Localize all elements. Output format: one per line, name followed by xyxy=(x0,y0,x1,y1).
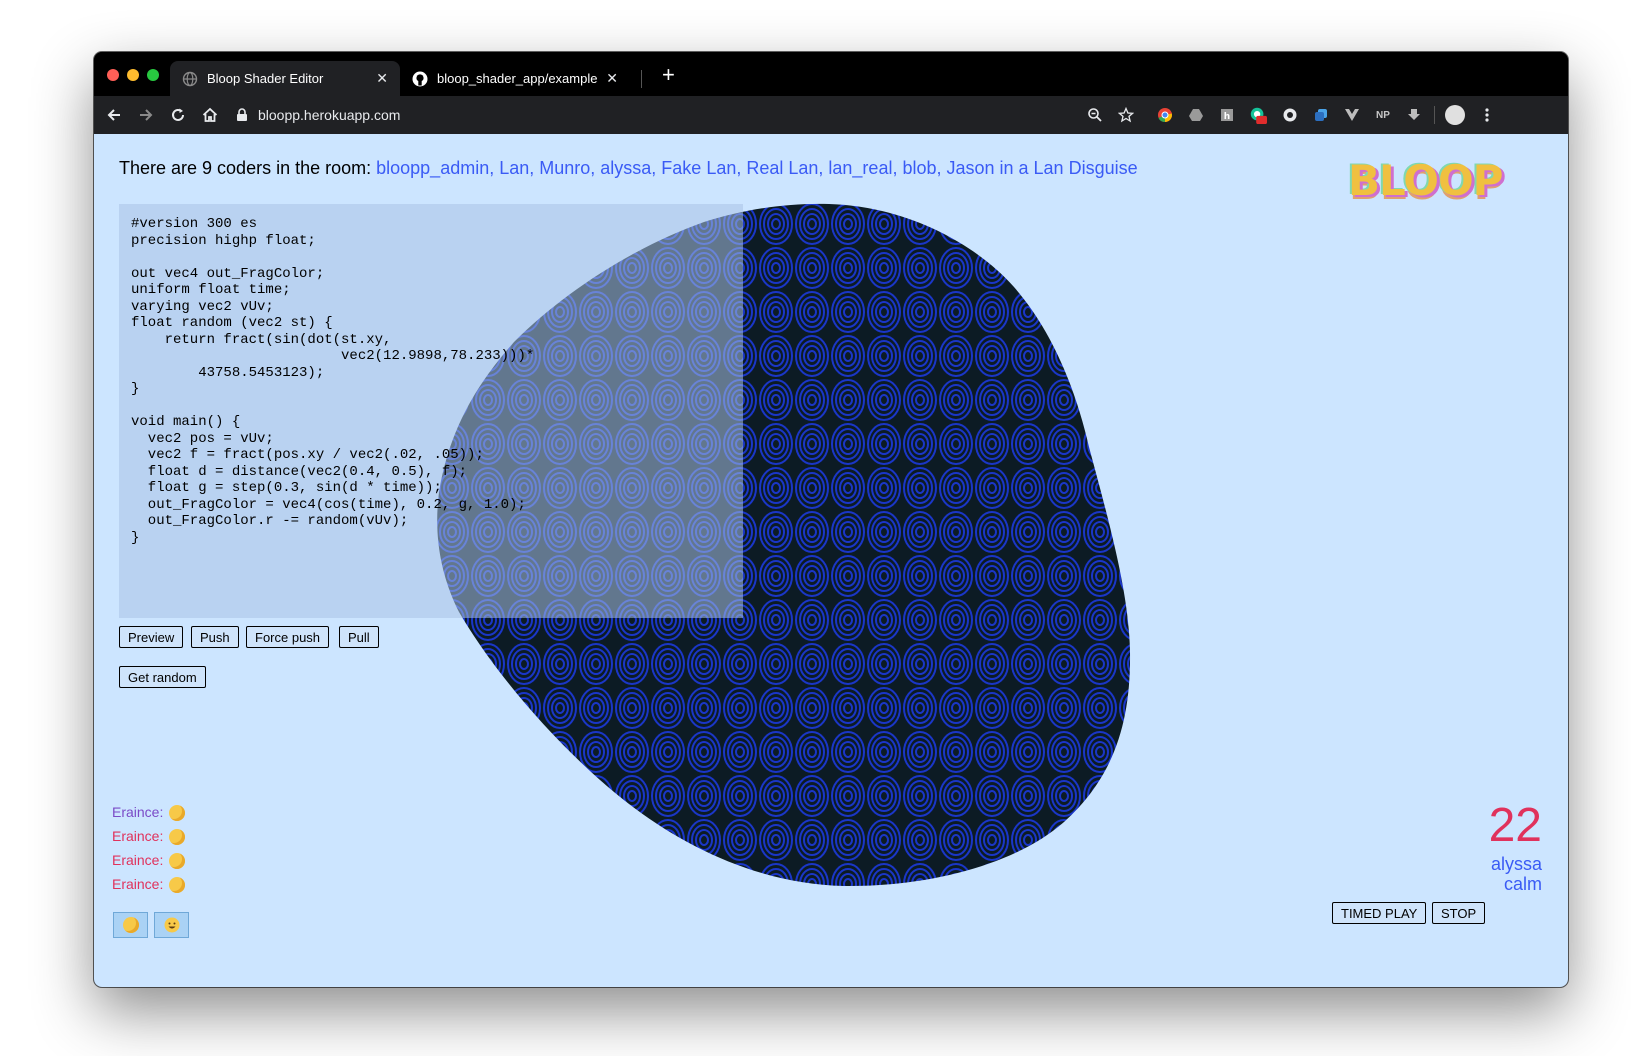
lock-icon xyxy=(237,108,247,121)
room-coders-prefix: There are 9 coders in the room: xyxy=(119,158,377,178)
player-status: alyssa calm xyxy=(1491,854,1542,894)
tab-bar: Bloop Shader Editor ✕ bloop_shader_app/e… xyxy=(94,52,1568,96)
toolbar-divider xyxy=(1434,106,1435,124)
chat-author: Eraince: xyxy=(112,804,164,820)
get-random-button[interactable]: Get random xyxy=(119,666,206,688)
smile-emoji-icon xyxy=(164,917,179,933)
clap-reaction-button[interactable] xyxy=(113,912,148,938)
profile-avatar[interactable] xyxy=(1444,104,1466,126)
grammarly-icon[interactable] xyxy=(1249,106,1267,124)
chat-message: Eraince: xyxy=(112,828,186,846)
chat-message: Eraince: xyxy=(112,804,186,822)
chat-author: Eraince: xyxy=(112,852,164,868)
minimize-window-button[interactable] xyxy=(127,69,139,81)
browser-toolbar: bloopp.herokuapp.com h NP xyxy=(94,96,1568,134)
home-icon xyxy=(202,107,218,122)
timed-play-button[interactable]: TIMED PLAY xyxy=(1332,902,1427,924)
menu-icon[interactable] xyxy=(1478,106,1496,124)
reload-icon xyxy=(172,108,184,121)
globe-icon xyxy=(182,71,198,86)
score-counter: 22 xyxy=(1488,799,1542,852)
room-coders-line: There are 9 coders in the room: bloopp_a… xyxy=(119,158,1138,179)
chat-author: Eraince: xyxy=(112,828,164,844)
smile-reaction-button[interactable] xyxy=(154,912,189,938)
tab-bloop-editor[interactable]: Bloop Shader Editor ✕ xyxy=(170,61,400,96)
svg-text:h: h xyxy=(1224,112,1230,122)
download-icon[interactable] xyxy=(1405,106,1423,124)
room-coders-names[interactable]: bloopp_admin, Lan, Munro, alyssa, Fake L… xyxy=(376,158,1137,178)
push-button[interactable]: Push xyxy=(191,626,239,648)
preview-button[interactable]: Preview xyxy=(119,626,184,648)
clap-emoji-icon xyxy=(169,877,186,894)
back-button[interactable] xyxy=(102,103,126,127)
stop-button[interactable]: STOP xyxy=(1432,902,1486,924)
np-icon[interactable]: NP xyxy=(1374,106,1392,124)
github-icon xyxy=(412,71,428,86)
tab-title: Bloop Shader Editor xyxy=(207,71,324,86)
drive-icon[interactable] xyxy=(1187,106,1205,124)
clap-emoji-icon xyxy=(169,805,186,822)
chat-author: Eraince: xyxy=(112,876,164,892)
browser-window: Bloop Shader Editor ✕ bloop_shader_app/e… xyxy=(94,52,1568,987)
chrome-extension-icon[interactable] xyxy=(1156,106,1174,124)
reload-button[interactable] xyxy=(166,103,190,127)
close-window-button[interactable] xyxy=(107,69,119,81)
code-editor-text[interactable]: #version 300 es precision highp float; o… xyxy=(119,204,743,558)
chat-message: Eraince: xyxy=(112,876,186,894)
player-name: alyssa xyxy=(1490,854,1542,874)
extension-box-icon[interactable]: h xyxy=(1218,106,1236,124)
player-mood: calm xyxy=(1503,874,1542,894)
code-editor[interactable]: #version 300 es precision highp float; o… xyxy=(119,204,743,618)
tab-title: bloop_shader_app/examples.m xyxy=(437,71,598,86)
new-tab-button[interactable]: + xyxy=(662,64,675,86)
close-tab-icon[interactable]: ✕ xyxy=(606,70,618,87)
forward-button[interactable] xyxy=(134,103,158,127)
arrow-right-icon xyxy=(140,109,153,121)
arrow-left-icon xyxy=(107,109,120,121)
clap-emoji-icon xyxy=(169,853,186,870)
force-push-button[interactable]: Force push xyxy=(246,626,330,648)
tab-github-examples[interactable]: bloop_shader_app/examples.m ✕ xyxy=(400,61,630,96)
layers-icon[interactable] xyxy=(1312,106,1330,124)
zoom-icon[interactable] xyxy=(1086,106,1104,124)
clap-emoji-icon xyxy=(122,917,139,933)
chat-message: Eraince: xyxy=(112,852,186,870)
bookmark-star-icon[interactable] xyxy=(1117,106,1135,124)
tab-divider xyxy=(641,70,642,88)
page-viewport: There are 9 coders in the room: bloopp_a… xyxy=(94,134,1568,987)
home-button[interactable] xyxy=(198,103,222,127)
url-text: bloopp.herokuapp.com xyxy=(258,107,401,123)
clap-emoji-icon xyxy=(169,829,186,846)
close-tab-icon[interactable]: ✕ xyxy=(376,70,388,87)
maximize-window-button[interactable] xyxy=(147,69,159,81)
np-label: NP xyxy=(1376,109,1390,121)
record-icon[interactable] xyxy=(1281,106,1299,124)
bloop-logo: BLOOP xyxy=(1348,156,1503,205)
vue-icon[interactable] xyxy=(1343,106,1361,124)
pull-button[interactable]: Pull xyxy=(339,626,379,648)
